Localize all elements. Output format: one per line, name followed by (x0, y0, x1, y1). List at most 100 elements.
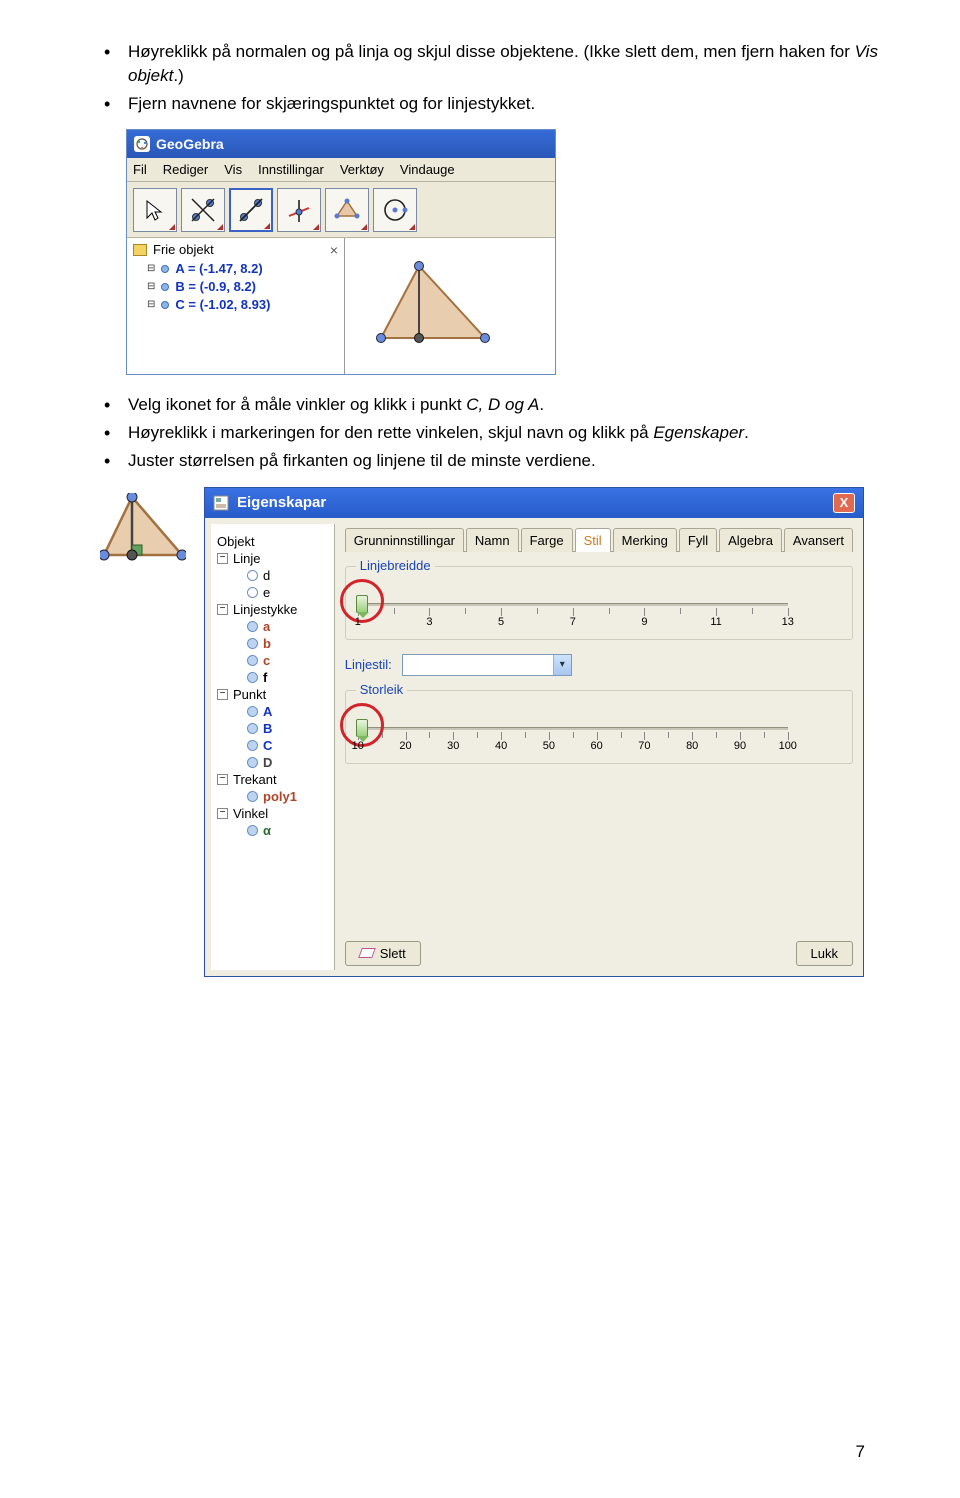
dialog-titlebar: Eigenskapar X (205, 488, 863, 518)
eraser-icon (358, 948, 376, 958)
tree-item[interactable]: B (217, 721, 328, 736)
menu-bar: Fil Rediger Vis Innstillingar Verktøy Vi… (127, 158, 555, 182)
bullet: Juster størrelsen på firkanten og linjen… (100, 449, 878, 473)
toolbar (127, 182, 555, 238)
slider-thumb[interactable] (356, 719, 368, 737)
tool-polygon[interactable] (325, 188, 369, 232)
visibility-dot-icon[interactable] (247, 825, 258, 836)
mini-triangle-icon (100, 493, 186, 565)
folder-icon (133, 244, 147, 256)
tab-grunninnstillingar[interactable]: Grunninnstillingar (345, 528, 464, 552)
menu-item[interactable]: Innstillingar (258, 162, 324, 177)
visibility-dot-icon[interactable] (247, 791, 258, 802)
tree-group[interactable]: −Linje (217, 551, 328, 566)
group-label: Storleik (356, 682, 407, 697)
menu-item[interactable]: Verktøy (340, 162, 384, 177)
slider-thumb[interactable] (356, 595, 368, 613)
bullet-list-top: Høyreklikk på normalen og på linja og sk… (100, 40, 878, 115)
menu-item[interactable]: Fil (133, 162, 147, 177)
tree-item[interactable]: A (217, 704, 328, 719)
tree-group[interactable]: −Punkt (217, 687, 328, 702)
tree-root[interactable]: Objekt (217, 534, 255, 549)
object-row[interactable]: ⊟A = (-1.47, 8.2) (147, 261, 338, 276)
group-label: Linjebreidde (356, 558, 435, 573)
expand-icon[interactable]: − (217, 604, 228, 615)
visibility-dot-icon[interactable] (247, 570, 258, 581)
bullet: Høyreklikk i markeringen for den rette v… (100, 421, 878, 445)
tree-item[interactable]: α (217, 823, 328, 838)
tab-avansert[interactable]: Avansert (784, 528, 853, 552)
visibility-dot-icon[interactable] (247, 706, 258, 717)
visibility-dot-icon[interactable] (247, 621, 258, 632)
visibility-dot-icon[interactable] (247, 638, 258, 649)
geogebra-window: GeoGebra Fil Rediger Vis Innstillingar V… (126, 129, 556, 375)
bullet: Velg ikonet for å måle vinkler og klikk … (100, 393, 878, 417)
tool-move[interactable] (133, 188, 177, 232)
dialog-title: Eigenskapar (237, 494, 326, 511)
tab-merking[interactable]: Merking (613, 528, 677, 552)
tree-group[interactable]: −Linjestykke (217, 602, 328, 617)
visibility-dot-icon[interactable] (247, 655, 258, 666)
chevron-down-icon: ▾ (553, 655, 571, 675)
size-slider[interactable]: 102030405060708090100 (358, 717, 788, 747)
linewidth-group: Linjebreidde 135791113 (345, 566, 853, 640)
titlebar: GeoGebra (127, 130, 555, 158)
tree-item[interactable]: C (217, 738, 328, 753)
expand-icon[interactable]: − (217, 689, 228, 700)
linestyle-row: Linjestil: ▾ (345, 654, 853, 676)
tree-item[interactable]: D (217, 755, 328, 770)
menu-item[interactable]: Rediger (163, 162, 209, 177)
expand-icon[interactable]: − (217, 553, 228, 564)
tab-bar: GrunninnstillingarNamnFargeStilMerkingFy… (345, 526, 853, 552)
visibility-dot-icon[interactable] (247, 740, 258, 751)
tool-perpendicular[interactable] (277, 188, 321, 232)
algebra-pane: × Frie objekt ⊟A = (-1.47, 8.2) ⊟B = (-0… (127, 238, 345, 374)
tree-item[interactable]: f (217, 670, 328, 685)
window-title: GeoGebra (156, 136, 224, 152)
tab-fyll[interactable]: Fyll (679, 528, 717, 552)
tree-item[interactable]: b (217, 636, 328, 651)
tool-line[interactable] (229, 188, 273, 232)
expand-icon[interactable]: − (217, 774, 228, 785)
size-group: Storleik 102030405060708090100 (345, 690, 853, 764)
close-button[interactable]: Lukk (796, 941, 853, 966)
tab-namn[interactable]: Namn (466, 528, 519, 552)
linewidth-slider[interactable]: 135791113 (358, 593, 788, 623)
object-row[interactable]: ⊟C = (-1.02, 8.93) (147, 297, 338, 312)
object-row[interactable]: ⊟B = (-0.9, 8.2) (147, 279, 338, 294)
bullet: Høyreklikk på normalen og på linja og sk… (100, 40, 878, 88)
dialog-icon (213, 495, 229, 511)
visibility-dot-icon[interactable] (247, 587, 258, 598)
properties-dialog: Eigenskapar X Objekt −Linje de −Linjestykk… (204, 487, 864, 977)
tool-circle[interactable] (373, 188, 417, 232)
close-button[interactable]: X (833, 493, 855, 513)
object-tree[interactable]: Objekt −Linje de −Linjestykke abcf −Punkt ABC… (211, 524, 335, 970)
bullet-list-mid: Velg ikonet for å måle vinkler og klikk … (100, 393, 878, 472)
visibility-dot-icon[interactable] (247, 723, 258, 734)
page-number: 7 (856, 1442, 865, 1462)
close-icon[interactable]: × (330, 242, 338, 258)
visibility-dot-icon[interactable] (247, 672, 258, 683)
tree-group[interactable]: −Trekant (217, 772, 328, 787)
app-icon (134, 136, 150, 152)
linestyle-label: Linjestil: (345, 657, 392, 672)
tree-item[interactable]: e (217, 585, 328, 600)
tool-point[interactable] (181, 188, 225, 232)
menu-item[interactable]: Vindauge (400, 162, 455, 177)
tree-item[interactable]: c (217, 653, 328, 668)
tree-group[interactable]: −Vinkel (217, 806, 328, 821)
expand-icon[interactable]: − (217, 808, 228, 819)
menu-item[interactable]: Vis (224, 162, 242, 177)
tab-stil[interactable]: Stil (575, 528, 611, 552)
delete-button[interactable]: Slett (345, 941, 421, 966)
tree-item[interactable]: d (217, 568, 328, 583)
visibility-dot-icon[interactable] (247, 757, 258, 768)
bullet: Fjern navnene for skjæringspunktet og fo… (100, 92, 878, 116)
tab-farge[interactable]: Farge (521, 528, 573, 552)
tree-item[interactable]: poly1 (217, 789, 328, 804)
graphics-view[interactable] (345, 238, 555, 374)
properties-pane: GrunninnstillingarNamnFargeStilMerkingFy… (335, 518, 863, 976)
linestyle-combo[interactable]: ▾ (402, 654, 572, 676)
tree-item[interactable]: a (217, 619, 328, 634)
tab-algebra[interactable]: Algebra (719, 528, 782, 552)
